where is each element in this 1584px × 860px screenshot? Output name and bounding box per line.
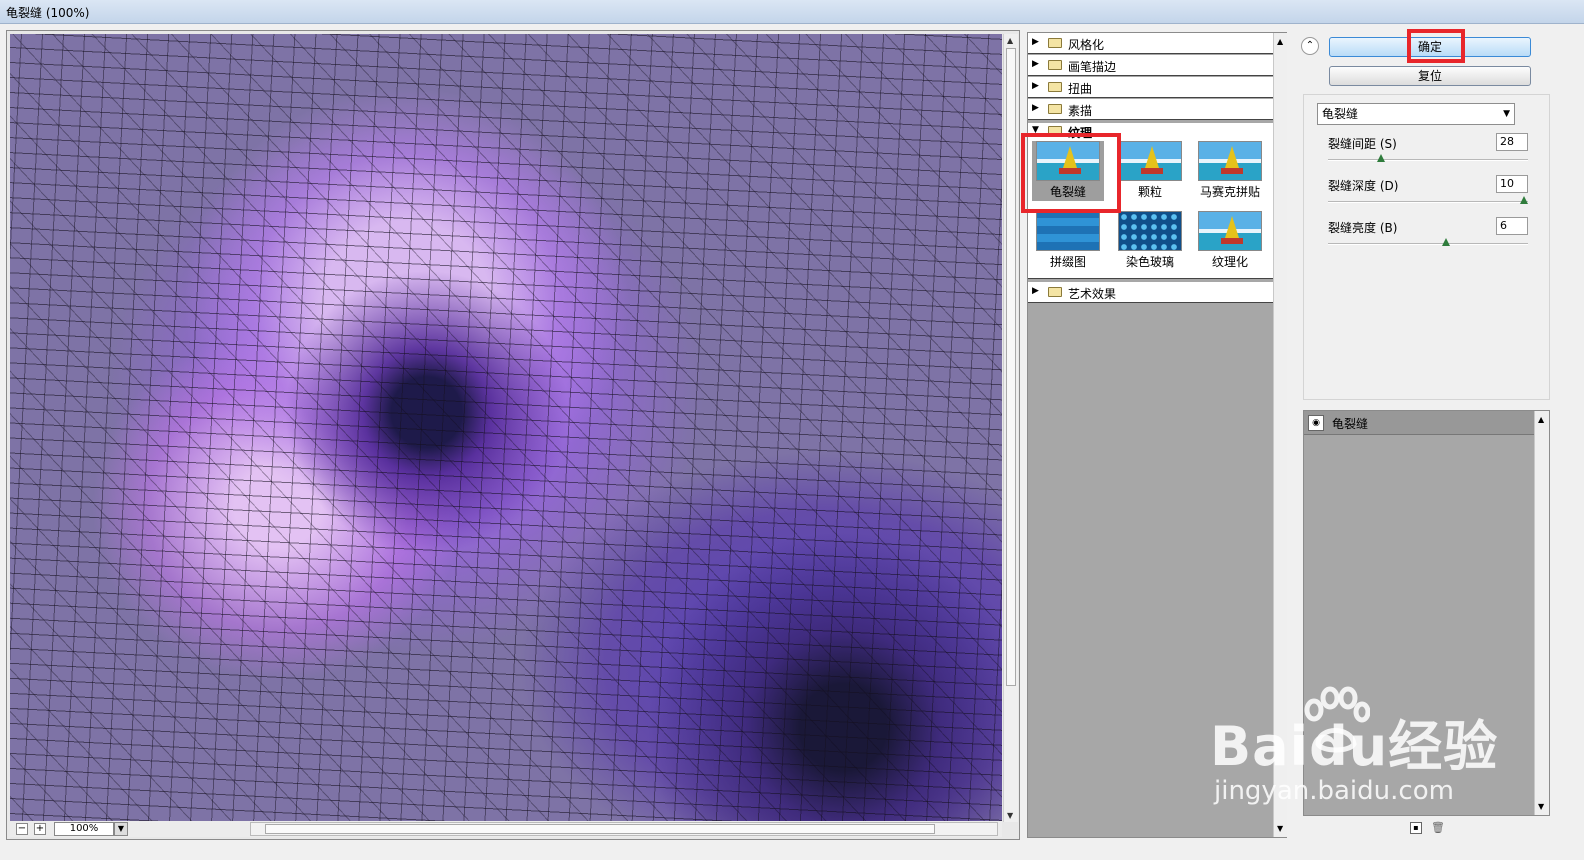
expand-arrow-icon[interactable]: ▶ <box>1032 37 1039 47</box>
crack-depth-input[interactable]: 10 <box>1496 175 1528 193</box>
eye-icon[interactable]: ◉ <box>1308 415 1324 431</box>
zoom-level-field[interactable]: 100% <box>54 822 114 836</box>
preview-horizontal-scrollbar[interactable] <box>250 822 998 836</box>
reset-button[interactable]: 复位 <box>1329 66 1531 86</box>
effect-layer-row[interactable]: ◉ 龟裂缝 <box>1304 411 1534 435</box>
effect-layer-label: 龟裂缝 <box>1332 417 1369 431</box>
gallery-scrollbar[interactable]: ▲ ▼ <box>1273 33 1287 837</box>
new-effect-layer-icon[interactable]: ▪ <box>1410 822 1422 834</box>
category-brush-strokes[interactable]: ▶ 画笔描边 <box>1028 55 1273 76</box>
category-label: 风格化 <box>1068 38 1105 52</box>
expand-arrow-icon[interactable]: ▶ <box>1032 103 1039 113</box>
chevron-down-icon[interactable]: ▼ <box>1503 104 1510 124</box>
expand-arrow-icon[interactable]: ▶ <box>1032 59 1039 69</box>
crack-spacing-input[interactable]: 28 <box>1496 133 1528 151</box>
texturizer-thumbnail <box>1198 211 1262 251</box>
collapse-gallery-icon[interactable]: ⌃ <box>1301 37 1319 55</box>
folder-icon <box>1048 287 1062 297</box>
stained-glass-thumbnail <box>1118 211 1182 251</box>
crack-depth-slider[interactable] <box>1328 196 1528 204</box>
scroll-down-icon[interactable]: ▼ <box>1538 802 1544 811</box>
category-label: 扭曲 <box>1068 82 1093 96</box>
crack-brightness-slider[interactable] <box>1328 238 1528 246</box>
category-distort[interactable]: ▶ 扭曲 <box>1028 77 1273 98</box>
filter-label: 纹理化 <box>1211 255 1248 269</box>
layers-scrollbar[interactable]: ▲ ▼ <box>1534 411 1549 815</box>
crack-spacing-label: 裂缝间距 (S) <box>1328 137 1397 151</box>
preview-vertical-scroll-thumb[interactable] <box>1006 48 1016 686</box>
scroll-down-icon[interactable]: ▼ <box>1007 811 1013 820</box>
filter-label: 拼缀图 <box>1049 255 1086 269</box>
category-sketch[interactable]: ▶ 素描 <box>1028 99 1273 120</box>
effect-layers-panel: ◉ 龟裂缝 ▲ ▼ <box>1303 410 1550 816</box>
crack-brightness-label: 裂缝亮度 (B) <box>1328 221 1398 235</box>
category-artistic[interactable]: ▶ 艺术效果 <box>1028 282 1273 303</box>
crack-depth-label: 裂缝深度 (D) <box>1328 179 1399 193</box>
scroll-up-icon[interactable]: ▲ <box>1277 37 1283 46</box>
patchwork-thumbnail <box>1036 211 1100 251</box>
slider-knob-icon[interactable] <box>1441 238 1450 246</box>
preview-horizontal-scroll-thumb[interactable] <box>265 824 935 834</box>
grain-thumbnail <box>1118 141 1182 181</box>
slider-knob-icon[interactable] <box>1376 154 1385 162</box>
zoom-in-button[interactable]: + <box>34 823 46 835</box>
folder-icon <box>1048 38 1062 48</box>
filter-label: 颗粒 <box>1137 185 1162 199</box>
folder-icon <box>1048 104 1062 114</box>
crack-brightness-input[interactable]: 6 <box>1496 217 1528 235</box>
slider-knob-icon[interactable] <box>1520 196 1528 204</box>
filter-select-value: 龟裂缝 <box>1322 107 1359 121</box>
zoom-dropdown-icon[interactable]: ▼ <box>114 822 128 836</box>
filter-label: 马赛克拼贴 <box>1199 185 1260 199</box>
highlight-box-ok <box>1407 29 1465 63</box>
category-label: 画笔描边 <box>1068 60 1117 74</box>
category-stylize[interactable]: ▶ 风格化 <box>1028 33 1273 54</box>
window-title: 龟裂缝 (100%) <box>6 6 90 20</box>
highlight-box-filter <box>1021 133 1121 213</box>
expand-arrow-icon[interactable]: ▶ <box>1032 286 1039 296</box>
scroll-up-icon[interactable]: ▲ <box>1538 415 1544 424</box>
mosaic-tiles-thumbnail <box>1198 141 1262 181</box>
zoom-out-button[interactable]: − <box>16 823 28 835</box>
filter-thumb-texturizer[interactable]: 纹理化 <box>1194 211 1266 271</box>
folder-icon <box>1048 82 1062 92</box>
delete-effect-layer-icon[interactable]: 🗑 <box>1431 822 1445 834</box>
filter-select[interactable]: 龟裂缝 ▼ <box>1317 103 1515 125</box>
category-label: 素描 <box>1068 104 1093 118</box>
filter-thumb-patchwork[interactable]: 拼缀图 <box>1032 211 1104 271</box>
preview-image[interactable] <box>10 34 1002 822</box>
preview-vertical-scrollbar[interactable]: ▲ ▼ <box>1003 34 1018 822</box>
filter-thumb-stained-glass[interactable]: 染色玻璃 <box>1114 211 1186 271</box>
filter-thumb-mosaic-tiles[interactable]: 马赛克拼贴 <box>1194 141 1266 201</box>
filter-thumb-grain[interactable]: 颗粒 <box>1114 141 1186 201</box>
filter-settings-panel: 龟裂缝 ▼ 裂缝间距 (S) 28 裂缝深度 (D) 10 裂缝亮度 (B) 6 <box>1303 94 1550 400</box>
scroll-down-icon[interactable]: ▼ <box>1277 824 1283 833</box>
title-bar: 龟裂缝 (100%) <box>0 0 1584 24</box>
folder-icon <box>1048 60 1062 70</box>
preview-panel: ▲ ▼ − + 100% ▼ <box>6 30 1020 840</box>
scroll-up-icon[interactable]: ▲ <box>1007 36 1013 45</box>
crack-spacing-slider[interactable] <box>1328 154 1528 162</box>
zoom-bar: − + 100% ▼ <box>10 821 1002 837</box>
category-label: 艺术效果 <box>1068 287 1117 301</box>
expand-arrow-icon[interactable]: ▶ <box>1032 81 1039 91</box>
filter-label: 染色玻璃 <box>1125 255 1174 269</box>
